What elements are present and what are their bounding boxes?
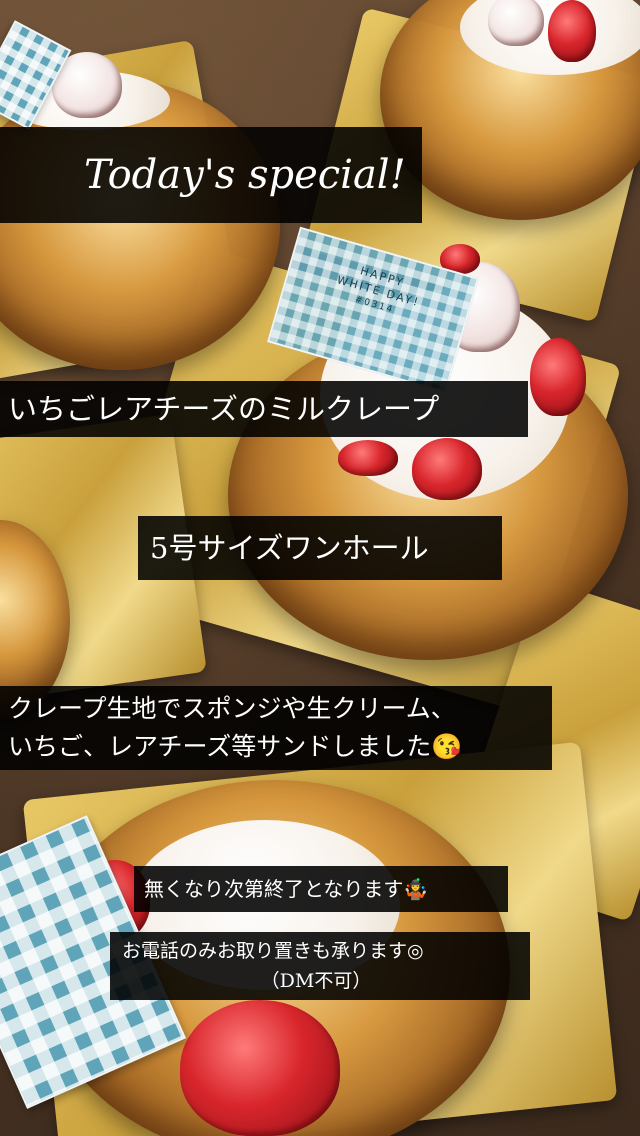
reservation-line-1: お電話のみお取り置きも承ります◎ — [122, 940, 424, 962]
caption-description: クレープ生地でスポンジや生クリーム、 いちご、レアチーズ等サンドしました😘 — [0, 686, 552, 770]
white-strawberry — [488, 0, 544, 46]
story-photo: HAPPY WHITE DAY! #0314 Today's special! … — [0, 0, 640, 1136]
strawberry — [548, 0, 596, 62]
description-line-1: クレープ生地でスポンジや生クリーム、 — [8, 694, 456, 723]
reservation-line-2: （DM不可） — [260, 970, 372, 992]
strawberry — [180, 1000, 340, 1136]
caption-title: Today's special! — [0, 127, 422, 223]
caption-sold-out-notice: 無くなり次第終了となります🤹 — [134, 866, 508, 912]
strawberry — [530, 338, 586, 416]
strawberry — [338, 440, 398, 476]
caption-reservation: お電話のみお取り置きも承ります◎ （DM不可） — [110, 932, 530, 1000]
caption-size: 5号サイズワンホール — [138, 516, 502, 580]
caption-product-name: いちごレアチーズのミルクレープ — [0, 381, 528, 437]
strawberry — [412, 438, 482, 500]
description-line-2: いちご、レアチーズ等サンドしました😘 — [8, 732, 463, 761]
